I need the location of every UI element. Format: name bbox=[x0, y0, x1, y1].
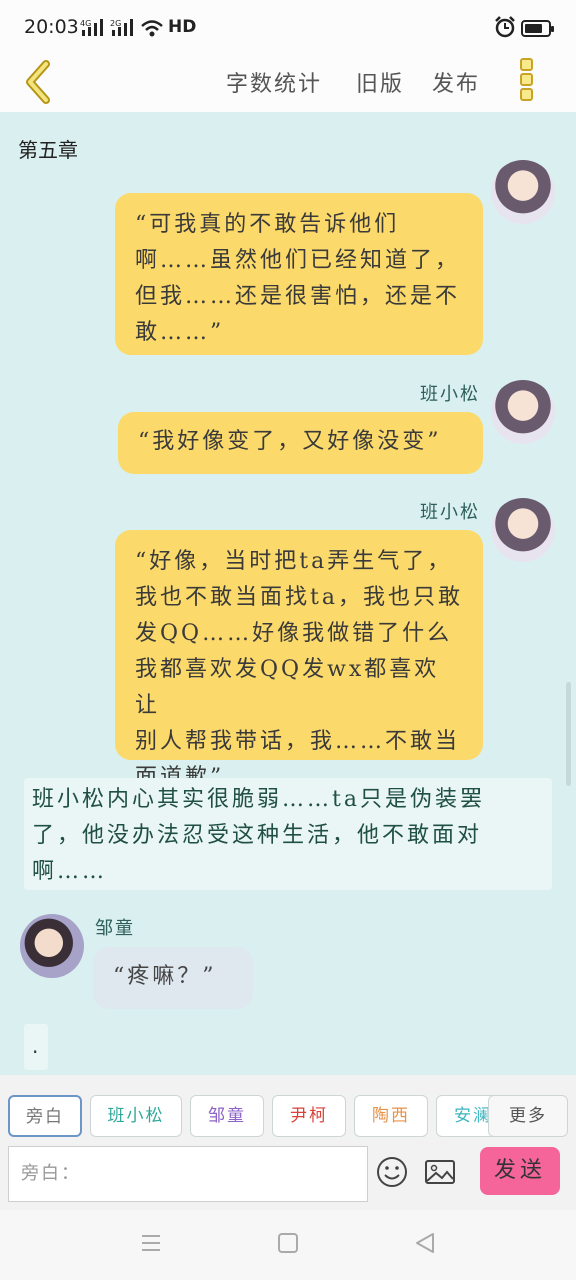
word-count-button[interactable]: 字数统计 bbox=[226, 66, 322, 98]
sender-name: 班小松 bbox=[420, 502, 480, 523]
system-nav-bar bbox=[0, 1210, 576, 1280]
top-nav-bar: 字数统计 旧版 发布 bbox=[0, 56, 576, 112]
role-chip[interactable]: 陶西 bbox=[354, 1095, 428, 1137]
message-line: 发QQ……好像我做错了什么 bbox=[135, 621, 453, 646]
message-line: 但我……还是很害怕，还是不 bbox=[135, 284, 461, 309]
narration-line: . bbox=[32, 1034, 39, 1058]
status-bar: 20:03 4G 2G HD bbox=[0, 0, 576, 56]
message-line: “可我真的不敢告诉他们 bbox=[135, 212, 400, 237]
sender-name: 邹童 bbox=[95, 918, 135, 939]
message-line: 别人帮我带话，我……不敢当 bbox=[135, 729, 461, 754]
message-line: 啊……虽然他们已经知道了， bbox=[135, 248, 461, 273]
signal-4g-label: 4G bbox=[80, 19, 91, 28]
role-chip[interactable]: 邹童 bbox=[190, 1095, 264, 1137]
role-chip[interactable]: 旁白 bbox=[8, 1095, 82, 1137]
sender-name: 班小松 bbox=[420, 384, 480, 405]
narration-line: 了，他没办法忍受这种生活，他不敢面对 bbox=[32, 823, 483, 848]
signal-2g-icon: 2G bbox=[110, 19, 133, 36]
message-line: “好像，当时把ta弄生气了， bbox=[135, 549, 453, 574]
home-icon[interactable] bbox=[277, 1232, 299, 1254]
menu-icon[interactable] bbox=[140, 1232, 162, 1254]
avatar[interactable] bbox=[491, 160, 555, 224]
role-chip[interactable]: 尹柯 bbox=[272, 1095, 346, 1137]
role-chip[interactable]: 班小松 bbox=[90, 1095, 182, 1137]
role-selector: 旁白 班小松 邹童 尹柯 陶西 安澜 更多 bbox=[0, 1095, 576, 1139]
message-input[interactable]: 旁白： bbox=[8, 1146, 368, 1202]
narration-block[interactable]: 班小松内心其实很脆弱……ta只是伪装罢 了，他没办法忍受这种生活，他不敢面对 啊… bbox=[24, 778, 552, 890]
chapter-title: 第五章 bbox=[18, 138, 78, 162]
narration-block[interactable]: . bbox=[24, 1024, 48, 1070]
avatar[interactable] bbox=[491, 498, 555, 562]
narration-line: 班小松内心其实很脆弱……ta只是伪装罢 bbox=[32, 787, 485, 812]
message-line: 我都喜欢发QQ发wx都喜欢让 bbox=[135, 657, 440, 718]
more-roles-button[interactable]: 更多 bbox=[488, 1095, 568, 1137]
publish-button[interactable]: 发布 bbox=[432, 66, 480, 98]
back-arrow-icon[interactable] bbox=[20, 58, 60, 106]
scrollbar[interactable] bbox=[566, 682, 571, 786]
narration-line: 啊…… bbox=[32, 859, 108, 884]
chat-area[interactable]: 第五章 “可我真的不敢告诉他们 啊……虽然他们已经知道了， 但我……还是很害怕，… bbox=[0, 112, 576, 1075]
battery-level bbox=[525, 24, 542, 33]
back-icon[interactable] bbox=[414, 1232, 436, 1254]
message-line: “疼嘛？” bbox=[113, 964, 217, 989]
message-line: 我也不敢当面找ta，我也只敢 bbox=[135, 585, 463, 610]
message-line: “我好像变了，又好像没变” bbox=[138, 429, 442, 454]
battery-icon bbox=[521, 20, 554, 37]
hd-indicator: HD bbox=[168, 17, 197, 37]
message-line: 敢……” bbox=[135, 320, 225, 345]
signal-2g-label: 2G bbox=[110, 19, 121, 28]
message-bubble[interactable]: “可我真的不敢告诉他们 啊……虽然他们已经知道了， 但我……还是很害怕，还是不 … bbox=[115, 193, 483, 355]
wifi-icon bbox=[141, 20, 163, 37]
image-icon[interactable] bbox=[423, 1155, 457, 1189]
message-bubble[interactable]: “我好像变了，又好像没变” bbox=[118, 412, 483, 474]
send-button[interactable]: 发送 bbox=[480, 1147, 560, 1195]
signal-4g-icon: 4G bbox=[80, 19, 103, 36]
old-version-button[interactable]: 旧版 bbox=[356, 66, 404, 98]
alarm-icon bbox=[495, 16, 515, 38]
input-panel: 旁白 班小松 邹童 尹柯 陶西 安澜 更多 旁白： 发送 bbox=[0, 1075, 576, 1210]
emoji-icon[interactable] bbox=[375, 1155, 409, 1189]
avatar[interactable] bbox=[20, 914, 84, 978]
more-menu-icon[interactable] bbox=[520, 58, 538, 102]
avatar[interactable] bbox=[491, 380, 555, 444]
status-time: 20:03 bbox=[24, 16, 79, 38]
message-bubble[interactable]: “疼嘛？” bbox=[93, 947, 253, 1009]
message-bubble[interactable]: “好像，当时把ta弄生气了， 我也不敢当面找ta，我也只敢 发QQ……好像我做错… bbox=[115, 530, 483, 790]
